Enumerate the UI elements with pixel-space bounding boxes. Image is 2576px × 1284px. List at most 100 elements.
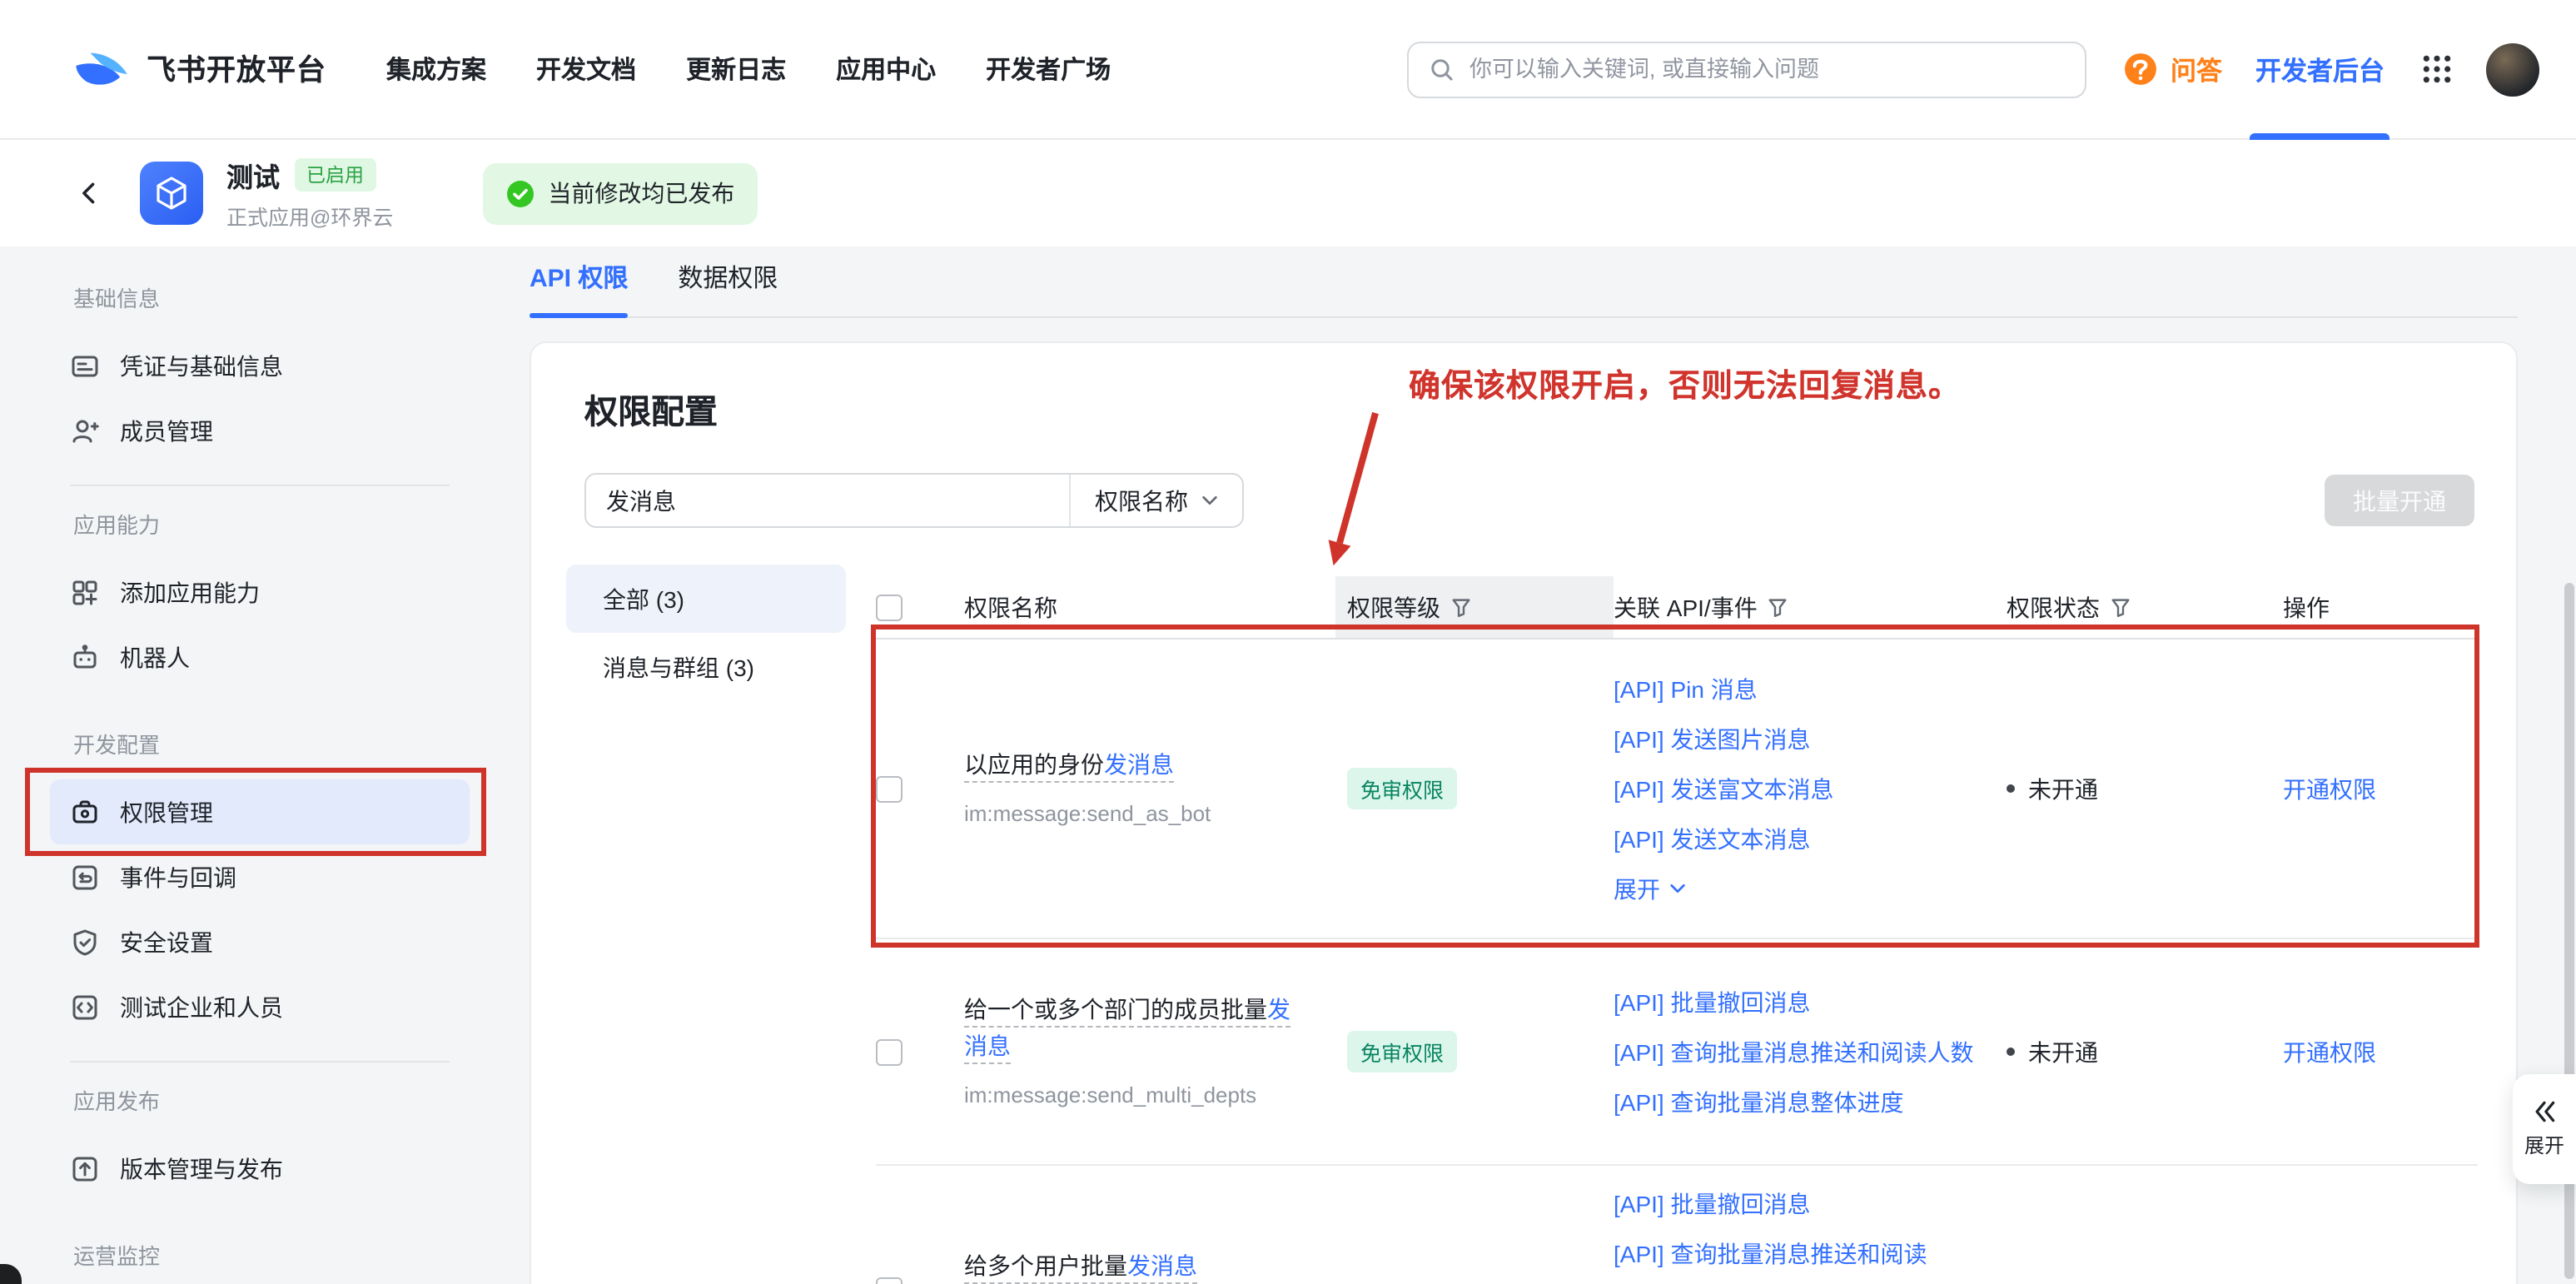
sidebar-item-members[interactable]: 成员管理 [50, 398, 470, 463]
permission-code: im:message:send_multi_depts [964, 1077, 1302, 1113]
sidebar-item-events[interactable]: 事件与回调 [50, 844, 470, 909]
tab-api-permissions[interactable]: API 权限 [530, 260, 628, 316]
search-icon [1430, 56, 1456, 82]
global-search-input[interactable] [1470, 57, 2066, 82]
section-monitoring: 运营监控 [70, 1241, 450, 1274]
nav-console-active[interactable]: 开发者后台 [2255, 0, 2385, 139]
grant-permission-link[interactable]: 开通权限 [2283, 775, 2376, 802]
nav-right-cluster: 问答 开发者后台 [2124, 0, 2539, 139]
active-tab-underline [2250, 133, 2390, 139]
add-capability-icon [70, 577, 100, 607]
qa-icon [2124, 52, 2159, 87]
permission-level-cell: 免审权限 [1335, 1031, 1614, 1072]
page: 飞书开放平台 集成方案 开发文档 更新日志 应用中心 开发者广场 [0, 0, 2576, 1284]
level-badge: 免审权限 [1347, 1031, 1457, 1072]
permissions-icon [70, 797, 100, 827]
security-shield-icon [70, 927, 100, 957]
user-avatar[interactable] [2486, 42, 2539, 96]
version-release-icon [70, 1153, 100, 1183]
header-label: 关联 API/事件 [1614, 590, 1758, 624]
divider [70, 1061, 450, 1063]
api-link[interactable]: [API] 查询批量消息推送和阅读 [1614, 1229, 1997, 1279]
console-label: 开发者后台 [2255, 51, 2385, 87]
annotation-arrow [1289, 406, 1422, 576]
row-select-cell [876, 775, 952, 802]
sidebar-item-credentials[interactable]: 凭证与基础信息 [50, 333, 470, 398]
row-checkbox[interactable] [876, 775, 903, 802]
api-link[interactable]: [API] 批量撤回消息 [1614, 1179, 1997, 1229]
header-select-cell [876, 594, 952, 620]
search-field-select[interactable]: 权限名称 [1069, 475, 1242, 526]
status-text: 未开通 [2028, 1035, 2098, 1068]
permission-name-cell: 给多个用户批量发消息 [952, 1166, 1335, 1284]
robot-icon [70, 642, 100, 672]
filter-funnel-icon[interactable] [1768, 596, 1789, 618]
sidebar-item-label: 添加应用能力 [120, 575, 260, 609]
back-icon[interactable] [73, 177, 107, 210]
expand-apis-link[interactable]: 展开 [1614, 863, 1997, 913]
nav-dev-square[interactable]: 开发者广场 [986, 52, 1111, 87]
api-link[interactable]: [API] 查询批量消息推送和阅读人数 [1614, 1027, 1997, 1077]
permission-name: 以应用的身份发消息 [964, 750, 1174, 782]
nav-integration[interactable]: 集成方案 [386, 52, 486, 87]
table-row: 以应用的身份发消息 im:message:send_as_bot 免审权限 [A… [876, 640, 2478, 939]
scope-filter-nav: 全部 (3) 消息与群组 (3) [566, 565, 846, 701]
header-actions: 操作 [2263, 590, 2478, 624]
actions-cell: 开通权限 [2263, 772, 2478, 805]
related-apis-cell: [API] 批量撤回消息 [API] 查询批量消息推送和阅读人数 [API] 查… [1614, 939, 1997, 1164]
sidebar-item-label: 安全设置 [120, 925, 213, 958]
header-permission-status[interactable]: 权限状态 [1997, 590, 2263, 624]
api-link[interactable]: [API] 批量撤回消息 [1614, 977, 1997, 1027]
filter-funnel-icon[interactable] [1450, 596, 1472, 618]
select-all-checkbox[interactable] [876, 594, 903, 620]
nav-docs[interactable]: 开发文档 [536, 52, 636, 87]
related-apis-cell: [API] 批量撤回消息 [API] 查询批量消息推送和阅读 [1614, 1166, 1997, 1284]
permission-search-input[interactable] [586, 475, 1069, 526]
sidebar-item-security[interactable]: 安全设置 [50, 909, 470, 974]
sidebar-item-version-release[interactable]: 版本管理与发布 [50, 1136, 470, 1201]
related-apis-cell: [API] Pin 消息 [API] 发送图片消息 [API] 发送富文本消息 … [1614, 640, 1997, 938]
id-card-icon [70, 351, 100, 381]
api-link[interactable]: [API] 发送图片消息 [1614, 714, 1997, 764]
permission-level-cell: 免审权限 [1335, 768, 1614, 809]
header-related-apis[interactable]: 关联 API/事件 [1614, 590, 1997, 624]
api-link[interactable]: [API] 发送富文本消息 [1614, 764, 1997, 814]
header-permission-name: 权限名称 [952, 589, 1335, 625]
expand-panel-label: 展开 [2524, 1131, 2564, 1159]
nav-app-center[interactable]: 应用中心 [836, 52, 936, 87]
batch-grant-button[interactable]: 批量开通 [2325, 475, 2474, 526]
filter-funnel-icon[interactable] [2110, 596, 2131, 618]
header-permission-level[interactable]: 权限等级 [1335, 576, 1614, 638]
api-link[interactable]: [API] 发送文本消息 [1614, 814, 1997, 863]
brand-home-link[interactable]: 飞书开放平台 [73, 47, 326, 91]
row-checkbox[interactable] [876, 1038, 903, 1065]
app-subtitle: 正式应用@环界云 [226, 200, 393, 231]
api-link[interactable]: [API] 查询批量消息整体进度 [1614, 1077, 1997, 1127]
row-checkbox[interactable] [876, 1277, 903, 1284]
sidebar-item-test-users[interactable]: 测试企业和人员 [50, 974, 470, 1039]
sidebar-item-add-capability[interactable]: 添加应用能力 [50, 560, 470, 625]
sidebar-item-permissions[interactable]: 权限管理 [50, 779, 470, 844]
filter-messages-groups[interactable]: 消息与群组 (3) [566, 633, 846, 701]
sidebar-item-label: 凭证与基础信息 [120, 349, 283, 382]
table-row: 给一个或多个部门的成员批量发消息 im:message:send_multi_d… [876, 939, 2478, 1166]
nav-changelog[interactable]: 更新日志 [686, 52, 786, 87]
check-circle-icon [506, 179, 535, 207]
top-navigation: 飞书开放平台 集成方案 开发文档 更新日志 应用中心 开发者广场 [0, 0, 2576, 140]
global-search[interactable] [1408, 41, 2087, 97]
divider [70, 485, 450, 486]
grant-permission-link[interactable]: 开通权限 [2283, 1038, 2376, 1065]
sidebar-item-bot[interactable]: 机器人 [50, 625, 470, 689]
api-link[interactable]: [API] Pin 消息 [1614, 664, 1997, 714]
apps-grid-icon[interactable] [2421, 53, 2453, 85]
permission-name: 给一个或多个部门的成员批量发消息 [964, 995, 1290, 1063]
permission-search: 权限名称 [584, 473, 1244, 528]
permission-status-cell: 未开通 [1997, 1035, 2263, 1068]
permission-code: im:message:send_as_bot [964, 795, 1302, 832]
expand-panel-button[interactable]: 展开 [2513, 1074, 2576, 1184]
publish-status-text: 当前修改均已发布 [548, 177, 734, 210]
filter-all[interactable]: 全部 (3) [566, 565, 846, 633]
app-meta: 测试 已启用 正式应用@环界云 [226, 155, 393, 231]
tab-data-permissions[interactable]: 数据权限 [678, 260, 778, 316]
nav-qa[interactable]: 问答 [2124, 51, 2222, 87]
